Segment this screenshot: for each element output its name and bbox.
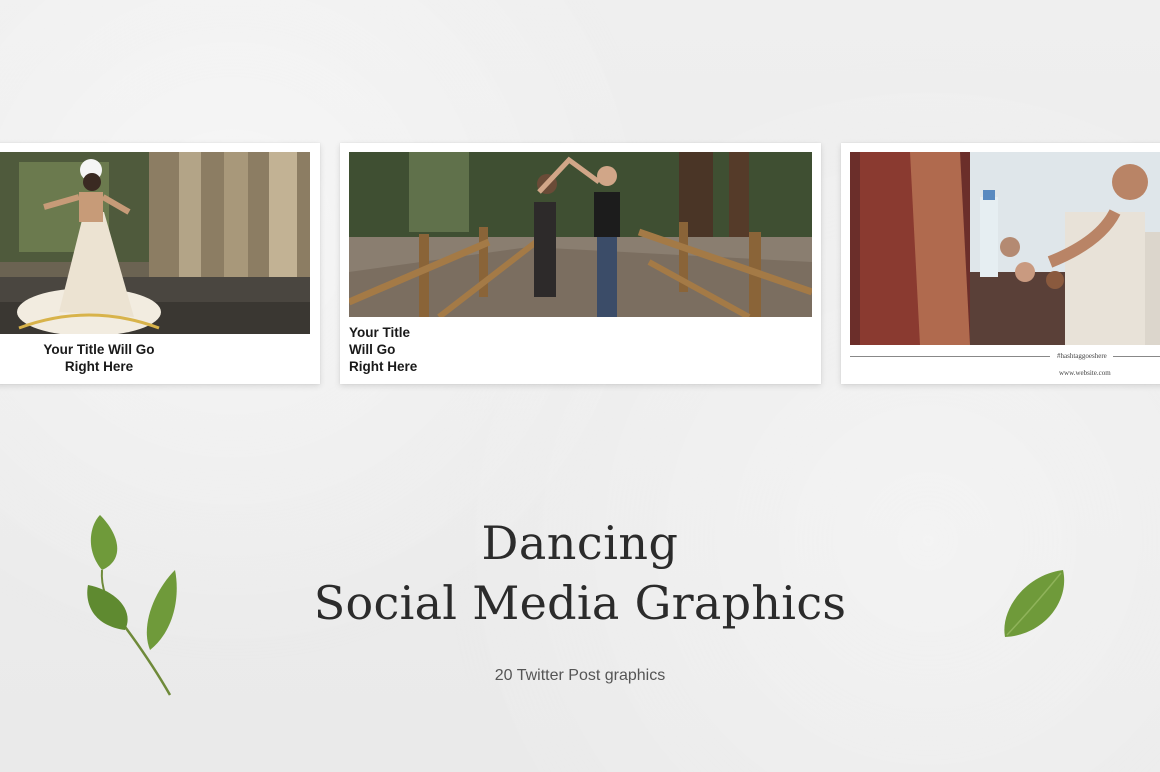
card-3-website: www.website.com <box>1059 369 1111 377</box>
card-2-title-line2: Will Go <box>349 342 396 357</box>
card-2-title-line3: Right Here <box>349 359 418 374</box>
card-1-title-line1: Your Title Will Go <box>43 342 155 357</box>
card-3-rule-left <box>850 356 1050 357</box>
card-1-photo-dancer <box>0 152 310 334</box>
card-1-title: Your Title Will Go Right Here <box>4 341 194 375</box>
card-1-title-line2: Right Here <box>64 359 134 374</box>
card-3-photo-crowd <box>850 152 1160 345</box>
card-2-title: Your Title Will Go Right Here <box>349 324 469 375</box>
card-3-rule-right <box>1113 356 1160 357</box>
leaf-single-right-icon <box>1004 570 1065 637</box>
card-1: Your Title Will Go Right Here <box>0 143 320 384</box>
leaf-sprig-left-icon <box>87 515 177 696</box>
card-3-hashtag: #hashtaggoeshere <box>1057 352 1107 360</box>
card-2-title-line1: Your Title <box>349 325 411 340</box>
card-2: Your Title Will Go Right Here <box>340 143 821 384</box>
card-2-photo-couple <box>349 152 812 317</box>
card-3: #hashtaggoeshere www.website.com <box>841 143 1160 384</box>
